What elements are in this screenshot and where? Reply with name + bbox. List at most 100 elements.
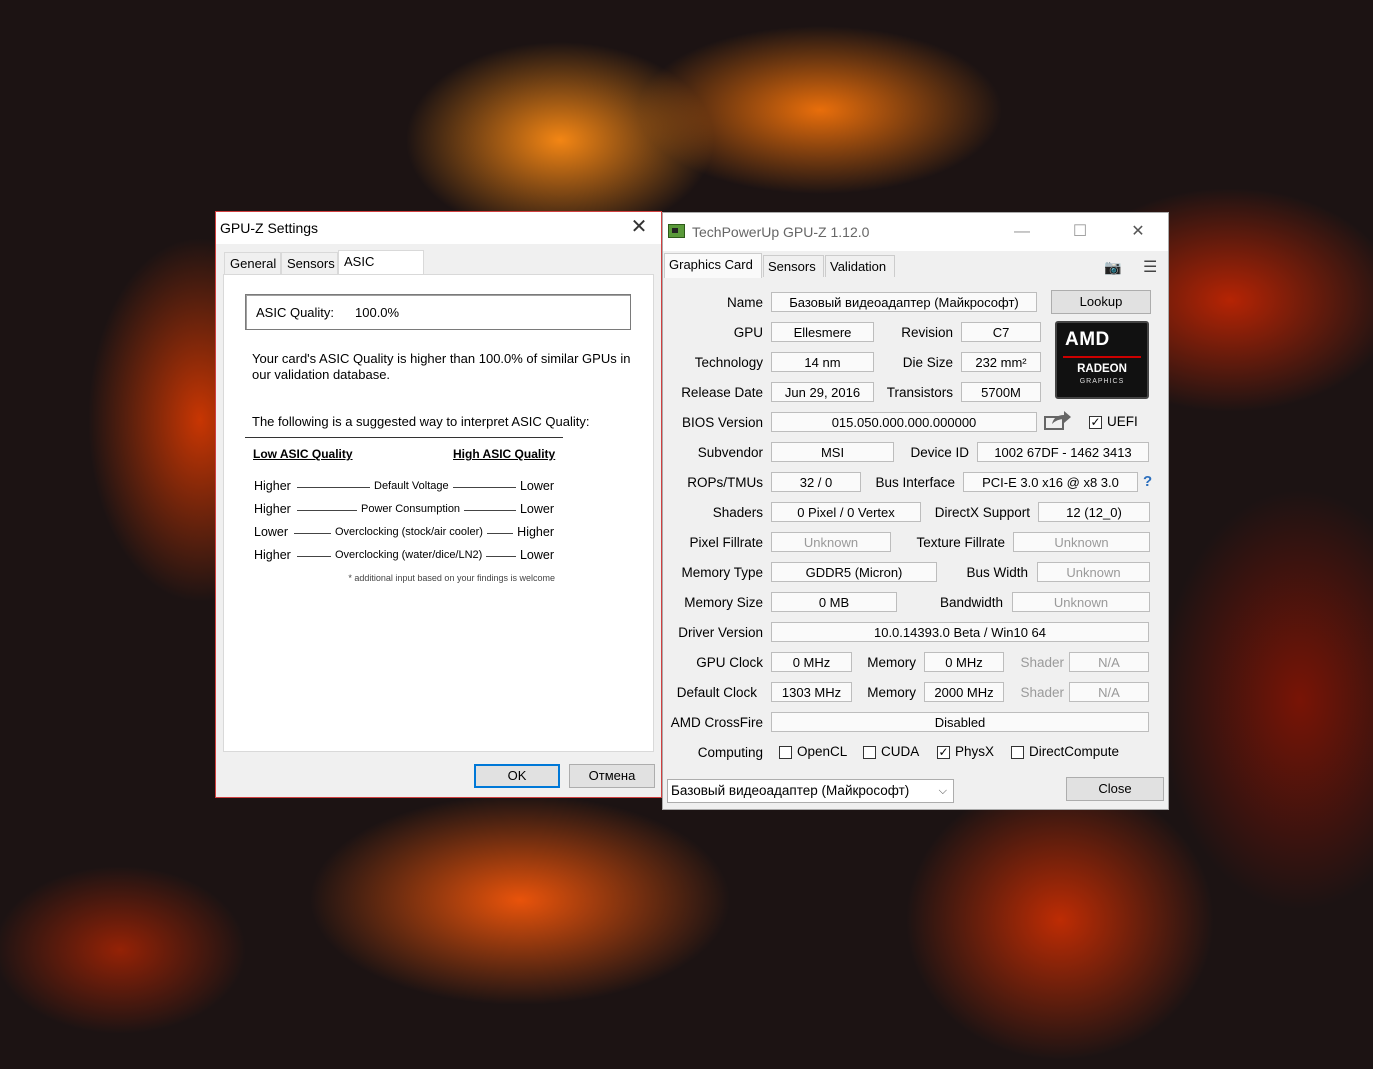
- cancel-button[interactable]: Отмена: [569, 764, 655, 788]
- bios-version-label: BIOS Version: [681, 415, 763, 430]
- row-metric: Overclocking (stock/air cooler): [331, 526, 487, 538]
- close-icon[interactable]: ✕: [625, 216, 653, 240]
- opencl-label: OpenCL: [797, 744, 848, 759]
- bandwidth-label: Bandwidth: [939, 595, 1003, 610]
- rops-tmus-field: 32 / 0: [771, 472, 861, 492]
- crossfire-label: AMD CrossFire: [670, 715, 763, 730]
- cuda-check-icon[interactable]: [863, 746, 876, 759]
- name-label: Name: [726, 295, 763, 310]
- cuda-label: CUDA: [881, 744, 920, 759]
- shaders-field: 0 Pixel / 0 Vertex: [771, 502, 921, 522]
- row-metric: Overclocking (water/dice/LN2): [331, 549, 487, 561]
- technology-label: Technology: [694, 355, 763, 370]
- close-icon[interactable]: ✕: [1118, 219, 1158, 245]
- minimize-icon[interactable]: —: [1002, 219, 1042, 245]
- high-value: Lower: [515, 502, 554, 516]
- physx-check-icon[interactable]: ✓: [937, 746, 950, 759]
- suggest-text: The following is a suggested way to inte…: [252, 414, 590, 429]
- subvendor-label: Subvendor: [697, 445, 763, 460]
- device-select-value: Базовый видеоадаптер (Майкрософт): [671, 783, 910, 798]
- bus-interface-label: Bus Interface: [875, 475, 955, 490]
- die-size-field: 232 mm²: [961, 352, 1041, 372]
- shader-clock-label: Shader: [1020, 655, 1064, 670]
- crossfire-field: Disabled: [771, 712, 1149, 732]
- high-asic-heading: High ASIC Quality: [453, 447, 556, 461]
- gpuz-title: TechPowerUp GPU-Z 1.12.0: [692, 224, 870, 240]
- memory-size-label: Memory Size: [684, 595, 763, 610]
- menu-icon[interactable]: ☰: [1143, 257, 1157, 277]
- close-button[interactable]: Close: [1066, 777, 1164, 801]
- opencl-check-icon[interactable]: [779, 746, 792, 759]
- bus-interface-field: PCI-E 3.0 x16 @ x8 3.0: [963, 472, 1138, 492]
- device-select[interactable]: Базовый видеоадаптер (Майкрософт) ⌵: [667, 779, 954, 803]
- release-date-label: Release Date: [681, 385, 763, 400]
- directcompute-label: DirectCompute: [1029, 744, 1120, 759]
- tab-sensors[interactable]: Sensors: [281, 252, 338, 274]
- rops-tmus-label: ROPs/TMUs: [687, 475, 763, 490]
- camera-icon[interactable]: 📷: [1104, 259, 1121, 276]
- revision-field: C7: [961, 322, 1041, 342]
- default-clock-label: Default Clock: [676, 685, 757, 700]
- bus-help-icon[interactable]: ?: [1143, 473, 1152, 490]
- default-shader-label: Shader: [1020, 685, 1064, 700]
- gpuz-titlebar: TechPowerUp GPU-Z 1.12.0 — ☐ ✕: [663, 213, 1168, 251]
- default-memory-field: 2000 MHz: [924, 682, 1004, 702]
- logo-bar: [1063, 356, 1141, 358]
- memory-clock-label: Memory: [867, 655, 916, 670]
- device-id-label: Device ID: [910, 445, 969, 460]
- chevron-down-icon[interactable]: ⌵: [939, 780, 947, 802]
- tab-asic-quality[interactable]: ASIC Quality: [338, 250, 424, 291]
- gpu-field: Ellesmere: [771, 322, 874, 342]
- lookup-button[interactable]: Lookup: [1051, 290, 1151, 314]
- name-field: Базовый видеоадаптер (Майкрософт): [771, 292, 1037, 312]
- tab-sensors[interactable]: Sensors: [763, 255, 824, 277]
- low-value: Higher: [254, 502, 291, 516]
- shaders-label: Shaders: [712, 505, 763, 520]
- low-value: Higher: [254, 548, 291, 562]
- interpret-row: Higher Default Voltage Lower: [254, 479, 554, 495]
- bus-width-field: Unknown: [1037, 562, 1150, 582]
- graphics-text: GRAPHICS: [1079, 378, 1125, 385]
- settings-titlebar: GPU-Z Settings ✕: [216, 212, 661, 244]
- tab-validation[interactable]: Validation: [825, 255, 895, 277]
- transistors-field: 5700M: [961, 382, 1041, 402]
- tab-general[interactable]: General: [224, 252, 281, 274]
- asic-quality-value: 100.0%: [355, 305, 400, 320]
- directx-field: 12 (12_0): [1038, 502, 1150, 522]
- radeon-text: RADEON: [1077, 363, 1127, 375]
- revision-label: Revision: [901, 325, 953, 340]
- driver-version-label: Driver Version: [678, 625, 763, 640]
- texture-fillrate-label: Texture Fillrate: [916, 535, 1005, 550]
- bandwidth-field: Unknown: [1012, 592, 1150, 612]
- computing-label: Computing: [697, 745, 763, 760]
- directx-label: DirectX Support: [934, 505, 1030, 520]
- default-shader-field: N/A: [1069, 682, 1149, 702]
- high-value: Higher: [513, 525, 554, 539]
- gpuz-tabs: Graphics Card Sensors Validation: [663, 253, 1168, 278]
- tab-graphics-card[interactable]: Graphics Card: [664, 253, 762, 278]
- uefi-check-icon[interactable]: ✓: [1089, 416, 1102, 429]
- row-metric: Power Consumption: [357, 503, 465, 515]
- low-value: Lower: [254, 525, 289, 539]
- ok-button[interactable]: OK: [474, 764, 560, 788]
- bios-version-field: 015.050.000.000.000000: [771, 412, 1037, 432]
- default-memory-label: Memory: [867, 685, 916, 700]
- row-metric: Default Voltage: [370, 480, 453, 492]
- divider: [245, 437, 563, 438]
- gpu-clock-label: GPU Clock: [696, 655, 763, 670]
- amd-brand: AMD: [1065, 329, 1110, 350]
- footnote: * additional input based on your finding…: [348, 573, 555, 583]
- memory-size-field: 0 MB: [771, 592, 897, 612]
- pixel-fillrate-field: Unknown: [771, 532, 891, 552]
- shader-clock-field: N/A: [1069, 652, 1149, 672]
- maximize-icon[interactable]: ☐: [1060, 219, 1100, 245]
- settings-title: GPU-Z Settings: [220, 220, 319, 236]
- gpu-clock-field: 0 MHz: [771, 652, 852, 672]
- asic-quality-box: ASIC Quality: 100.0%: [245, 294, 631, 330]
- gpuz-app-icon: [668, 224, 685, 238]
- device-id-field: 1002 67DF - 1462 3413: [977, 442, 1149, 462]
- physx-label: PhysX: [955, 744, 995, 759]
- asic-quality-label: ASIC Quality:: [256, 305, 335, 320]
- directcompute-check-icon[interactable]: [1011, 746, 1024, 759]
- share-icon[interactable]: [1044, 409, 1072, 431]
